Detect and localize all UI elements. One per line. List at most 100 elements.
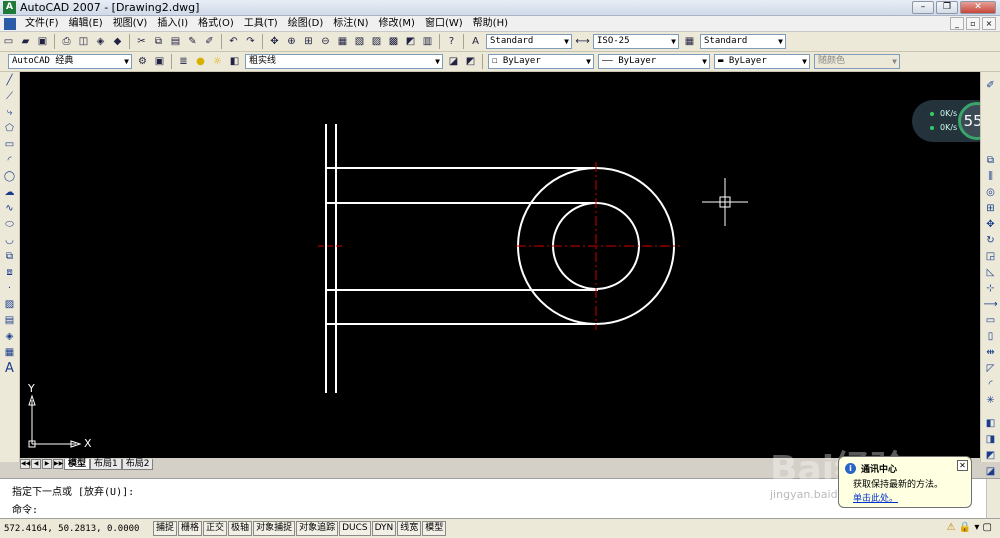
command-scrollbar[interactable] bbox=[986, 479, 1000, 519]
mirror-icon[interactable]: ⫼ bbox=[983, 169, 999, 184]
snap-toggle[interactable]: 捕捉 bbox=[153, 521, 178, 536]
plot-preview-icon[interactable]: ◫ bbox=[76, 34, 91, 49]
prev-tab-button[interactable]: ◀ bbox=[31, 459, 41, 469]
revision-cloud-icon[interactable]: ☁ bbox=[2, 185, 18, 200]
menu-insert[interactable]: 插入(I) bbox=[152, 16, 193, 32]
ducs-toggle[interactable]: DUCS bbox=[339, 521, 371, 536]
grid-toggle[interactable]: 栅格 bbox=[178, 521, 203, 536]
gradient-icon[interactable]: ▤ bbox=[2, 313, 18, 328]
cut-icon[interactable]: ✂ bbox=[134, 34, 149, 49]
dyn-toggle[interactable]: DYN bbox=[371, 521, 397, 536]
document-icon[interactable] bbox=[4, 17, 16, 30]
menu-window[interactable]: 窗口(W) bbox=[420, 16, 468, 32]
color-select[interactable]: ☐ ByLayer ▼ bbox=[488, 54, 594, 69]
menu-dimension[interactable]: 标注(N) bbox=[328, 16, 373, 32]
close-icon[interactable]: ✕ bbox=[957, 460, 968, 471]
clean-screen-icon[interactable]: ▢ bbox=[983, 522, 992, 533]
last-tab-button[interactable]: ▶▶ bbox=[53, 459, 63, 469]
workspace-save-icon[interactable]: ▣ bbox=[152, 54, 167, 69]
erase-icon[interactable]: ✐ bbox=[983, 78, 999, 93]
layer-select[interactable]: 粗实线 ▼ bbox=[245, 54, 443, 69]
offset-icon[interactable]: ◎ bbox=[983, 185, 999, 200]
chamfer-icon[interactable]: ◸ bbox=[983, 361, 999, 376]
scale-icon[interactable]: ◲ bbox=[983, 249, 999, 264]
menu-format[interactable]: 格式(O) bbox=[193, 16, 239, 32]
multiline-text-icon[interactable]: A bbox=[2, 361, 18, 376]
line-icon[interactable]: ╱ bbox=[2, 73, 18, 88]
3d-dwf-icon[interactable]: ◆ bbox=[110, 34, 125, 49]
construction-line-icon[interactable]: ⟋ bbox=[2, 89, 18, 104]
region-icon[interactable]: ◈ bbox=[2, 329, 18, 344]
sheet-set-icon[interactable]: ▩ bbox=[386, 34, 401, 49]
copy-object-icon[interactable]: ⧉ bbox=[983, 153, 999, 168]
publish-icon[interactable]: ◈ bbox=[93, 34, 108, 49]
doc-close-button[interactable]: × bbox=[982, 17, 996, 30]
redo-icon[interactable]: ↷ bbox=[243, 34, 258, 49]
first-tab-button[interactable]: ◀◀ bbox=[20, 459, 30, 469]
array-icon[interactable]: ⊞ bbox=[983, 201, 999, 216]
draw-order-front-icon[interactable]: ◧ bbox=[983, 416, 999, 431]
ellipse-icon[interactable]: ⬭ bbox=[2, 217, 18, 232]
lineweight-toggle[interactable]: 线宽 bbox=[397, 521, 422, 536]
make-current-layer-icon[interactable]: ◪ bbox=[446, 54, 461, 69]
table-style-select[interactable]: Standard ▼ bbox=[700, 34, 786, 49]
break-at-point-icon[interactable]: ▭ bbox=[983, 313, 999, 328]
osnap-toggle[interactable]: 对象捕捉 bbox=[253, 521, 296, 536]
text-style-select[interactable]: Standard ▼ bbox=[486, 34, 572, 49]
command-prompt[interactable]: 命令: bbox=[12, 501, 38, 516]
table-icon[interactable]: ▦ bbox=[2, 345, 18, 360]
tool-palettes-icon[interactable]: ▨ bbox=[369, 34, 384, 49]
workspace-select[interactable]: AutoCAD 经典 ▼ bbox=[8, 54, 132, 69]
zoom-window-icon[interactable]: ⊞ bbox=[301, 34, 316, 49]
copy-icon[interactable]: ⧉ bbox=[151, 34, 166, 49]
point-icon[interactable]: · bbox=[2, 281, 18, 296]
drawing-canvas[interactable]: Y X bbox=[20, 72, 980, 458]
maximize-button[interactable]: ❐ bbox=[936, 1, 958, 14]
undo-icon[interactable]: ↶ bbox=[226, 34, 241, 49]
explode-icon[interactable]: ✳ bbox=[983, 393, 999, 408]
draw-order-back-icon[interactable]: ◨ bbox=[983, 432, 999, 447]
doc-restore-button[interactable]: ▫ bbox=[966, 17, 980, 30]
comm-center-icon[interactable]: ⚠ bbox=[947, 522, 956, 533]
calculator-icon[interactable]: ▥ bbox=[420, 34, 435, 49]
polar-toggle[interactable]: 极轴 bbox=[228, 521, 253, 536]
polyline-icon[interactable]: ⤷ bbox=[2, 105, 18, 120]
menu-view[interactable]: 视图(V) bbox=[108, 16, 153, 32]
zoom-previous-icon[interactable]: ⊖ bbox=[318, 34, 333, 49]
doc-minimize-button[interactable]: _ bbox=[950, 17, 964, 30]
markup-icon[interactable]: ◩ bbox=[403, 34, 418, 49]
ortho-toggle[interactable]: 正交 bbox=[203, 521, 228, 536]
trim-icon[interactable]: ⊹ bbox=[983, 281, 999, 296]
next-tab-button[interactable]: ▶ bbox=[42, 459, 52, 469]
menu-file[interactable]: 文件(F) bbox=[20, 16, 64, 32]
close-button[interactable]: ✕ bbox=[960, 1, 996, 14]
layer-previous-icon[interactable]: ◩ bbox=[463, 54, 478, 69]
dim-style-select[interactable]: ISO-25 ▼ bbox=[593, 34, 679, 49]
move-icon[interactable]: ✥ bbox=[983, 217, 999, 232]
tab-model[interactable]: 模型 bbox=[64, 458, 91, 470]
lock-toolbar-icon[interactable]: 🔒 bbox=[959, 522, 971, 533]
menu-tools[interactable]: 工具(T) bbox=[239, 16, 283, 32]
ellipse-arc-icon[interactable]: ◡ bbox=[2, 233, 18, 248]
properties-icon[interactable]: ▦ bbox=[335, 34, 350, 49]
bring-above-icon[interactable]: ◩ bbox=[983, 448, 999, 463]
stretch-icon[interactable]: ◺ bbox=[983, 265, 999, 280]
help-icon[interactable]: ? bbox=[444, 34, 459, 49]
block-editor-icon[interactable]: ✐ bbox=[202, 34, 217, 49]
match-properties-icon[interactable]: ✎ bbox=[185, 34, 200, 49]
menu-draw[interactable]: 绘图(D) bbox=[283, 16, 329, 32]
arc-icon[interactable]: ◜ bbox=[2, 153, 18, 168]
tab-layout2[interactable]: 布局2 bbox=[121, 458, 154, 470]
otrack-toggle[interactable]: 对象追踪 bbox=[296, 521, 339, 536]
hatch-icon[interactable]: ▨ bbox=[2, 297, 18, 312]
zoom-realtime-icon[interactable]: ⊕ bbox=[284, 34, 299, 49]
rotate-icon[interactable]: ↻ bbox=[983, 233, 999, 248]
model-toggle[interactable]: 模型 bbox=[422, 521, 447, 536]
minimize-button[interactable]: – bbox=[912, 1, 934, 14]
design-center-icon[interactable]: ▧ bbox=[352, 34, 367, 49]
circle-icon[interactable]: ◯ bbox=[2, 169, 18, 184]
join-icon[interactable]: ⇹ bbox=[983, 345, 999, 360]
paste-icon[interactable]: ▤ bbox=[168, 34, 183, 49]
layer-manager-icon[interactable]: ≣ bbox=[176, 54, 191, 69]
spline-icon[interactable]: ∿ bbox=[2, 201, 18, 216]
